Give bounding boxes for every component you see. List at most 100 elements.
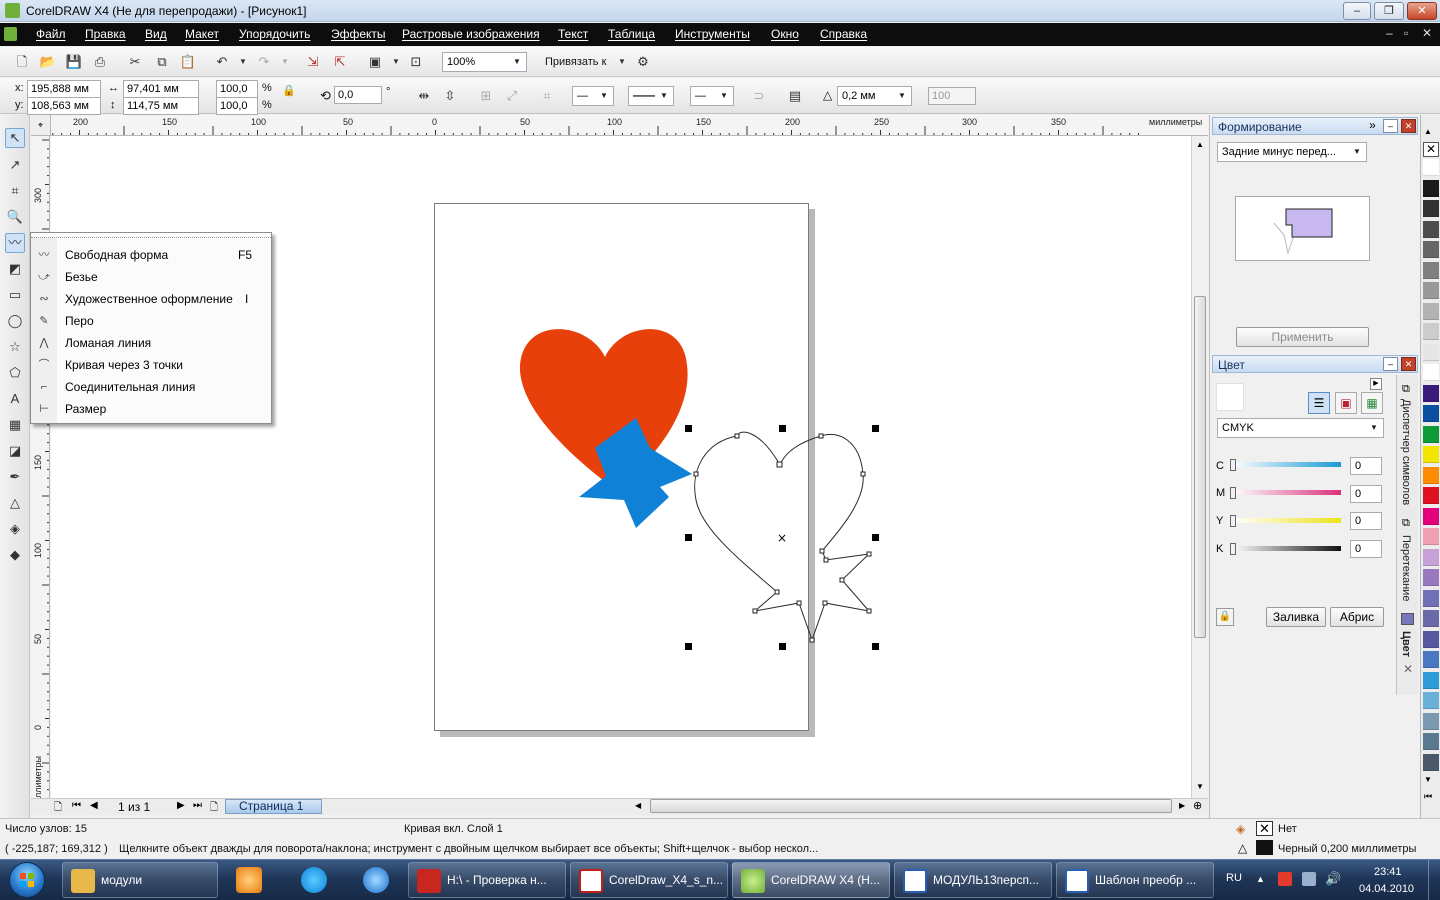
palette-swatch[interactable] (1423, 405, 1439, 422)
yellow-slider-track[interactable] (1232, 518, 1341, 523)
flyout-item-freehand[interactable]: 〰 Свободная форма F5 (31, 244, 271, 266)
palette-swatch[interactable] (1423, 507, 1439, 525)
scroll-down-icon[interactable]: ▼ (1196, 782, 1204, 791)
tab-blend[interactable]: Перетекание (1400, 535, 1412, 601)
magenta-slider-track[interactable] (1232, 490, 1341, 495)
collapse-docker-icon[interactable]: » (1365, 119, 1380, 133)
taskbar-item-coreldraw[interactable]: CorelDRAW X4 (Н... (732, 862, 890, 898)
outline-button[interactable]: Абрис (1330, 607, 1384, 627)
close-tabs-icon[interactable]: ✕ (1403, 662, 1413, 676)
color-palettes-icon[interactable]: ▦ (1361, 392, 1383, 414)
language-indicator[interactable]: RU (1226, 872, 1242, 884)
color-model-select[interactable]: CMYK ▼ (1217, 418, 1384, 438)
volume-icon[interactable]: 🔊 (1325, 871, 1341, 887)
palette-swatch[interactable] (1423, 446, 1439, 463)
minimize-docker-icon[interactable]: – (1383, 357, 1398, 371)
yellow-slider-thumb[interactable] (1230, 515, 1236, 527)
no-color-swatch-icon[interactable]: ✕ (1423, 142, 1439, 157)
palette-swatch[interactable] (1423, 384, 1439, 402)
network-tray-icon[interactable] (1302, 872, 1316, 886)
previous-page-icon[interactable]: ◀ (90, 800, 98, 811)
palette-scroll-up-icon[interactable]: ▲ (1424, 127, 1432, 136)
palette-swatch[interactable] (1423, 159, 1439, 176)
flyout-item-connector[interactable]: ⌐ Соединительная линия (31, 376, 271, 398)
antivirus-tray-icon[interactable] (1278, 872, 1292, 886)
palette-swatch[interactable] (1423, 733, 1439, 750)
outline-color-swatch[interactable] (1256, 840, 1273, 855)
apply-button[interactable]: Применить (1236, 327, 1369, 347)
close-docker-icon[interactable]: ✕ (1401, 119, 1416, 133)
flyout-grip[interactable] (31, 233, 271, 238)
navigator-icon[interactable]: ⊕ (1193, 799, 1202, 812)
flyout-item-bezier[interactable]: ⤻ Безье (31, 266, 271, 288)
palette-swatch[interactable] (1423, 343, 1439, 361)
palette-swatch[interactable] (1423, 364, 1439, 381)
shaping-mode-select[interactable]: Задние минус перед... ▼ (1217, 142, 1367, 162)
palette-swatch[interactable] (1423, 302, 1439, 320)
palette-swatch[interactable] (1423, 466, 1439, 484)
palette-swatch[interactable] (1423, 548, 1439, 566)
add-page-icon[interactable]: 🗋 (54, 800, 62, 817)
pinned-internet-explorer[interactable] (347, 862, 403, 898)
start-button[interactable] (2, 861, 52, 899)
fill-none-icon[interactable]: ✕ (1256, 821, 1273, 836)
tab-color[interactable]: Цвет (1400, 631, 1412, 657)
show-desktop-button[interactable] (1428, 860, 1440, 900)
black-slider-track[interactable] (1232, 546, 1341, 551)
close-docker-icon[interactable]: ✕ (1401, 357, 1416, 371)
clock-time[interactable]: 23:41 (1374, 866, 1402, 878)
lock-icon[interactable]: 🔒 (1216, 608, 1234, 626)
palette-swatch[interactable] (1423, 692, 1439, 709)
taskbar-item-pdf[interactable]: CorelDraw_X4_s_n... (570, 862, 728, 898)
magenta-slider-thumb[interactable] (1230, 487, 1236, 499)
flyout-item-three-point-curve[interactable]: ⌒ Кривая через 3 точки (31, 354, 271, 376)
horizontal-scroll-thumb[interactable] (650, 799, 1172, 813)
scroll-right-icon[interactable]: ▶ (1179, 801, 1185, 810)
taskbar-item-word-template[interactable]: Шаблон преобр ... (1056, 862, 1214, 898)
next-page-icon[interactable]: ▶ (177, 800, 185, 811)
selection-center-icon[interactable]: × (777, 531, 787, 545)
palette-swatch[interactable] (1423, 425, 1439, 443)
flyout-item-polyline[interactable]: ⋀ Ломаная линия (31, 332, 271, 354)
flyout-item-dimension[interactable]: ⊢ Размер (31, 398, 271, 420)
pinned-media-player[interactable] (220, 862, 276, 898)
palette-swatch[interactable] (1423, 651, 1439, 668)
palette-swatch[interactable] (1423, 323, 1439, 340)
palette-swatch[interactable] (1423, 241, 1439, 258)
flyout-item-artistic-media[interactable]: ∾ Художественное оформление I (31, 288, 271, 310)
palette-swatch[interactable] (1423, 610, 1439, 627)
fill-button[interactable]: Заливка (1266, 607, 1326, 627)
clock-date[interactable]: 04.04.2010 (1359, 883, 1414, 895)
taskbar-item-kaspersky[interactable]: H:\ - Проверка н... (408, 862, 566, 898)
scroll-left-icon[interactable]: ◀ (635, 801, 641, 810)
add-page-after-icon[interactable]: 🗋 (210, 800, 218, 817)
pinned-skype[interactable] (285, 862, 341, 898)
palette-swatch[interactable] (1423, 630, 1439, 648)
show-hidden-icons-icon[interactable]: ▲ (1256, 874, 1265, 884)
color-viewer-icon[interactable]: ▣ (1335, 392, 1357, 414)
palette-scroll-down-icon[interactable]: ▼ (1424, 775, 1432, 784)
cyan-slider-thumb[interactable] (1230, 459, 1236, 471)
palette-swatch[interactable] (1423, 569, 1439, 586)
minimize-docker-icon[interactable]: – (1383, 119, 1398, 133)
palette-swatch[interactable] (1423, 282, 1439, 299)
palette-swatch[interactable] (1423, 179, 1439, 197)
palette-swatch[interactable] (1423, 671, 1439, 689)
cyan-slider-track[interactable] (1232, 462, 1341, 467)
last-page-icon[interactable]: ⏭ (193, 800, 202, 811)
flyout-item-pen[interactable]: ✎ Перо (31, 310, 271, 332)
palette-swatch[interactable] (1423, 200, 1439, 217)
palette-swatch[interactable] (1423, 712, 1439, 730)
taskbar-item-folder[interactable]: модули (62, 862, 218, 898)
palette-swatch[interactable] (1423, 220, 1439, 238)
tab-character-manager[interactable]: Диспетчер символов (1400, 399, 1412, 505)
color-options-icon[interactable]: ▶ (1370, 378, 1382, 390)
palette-swatch[interactable] (1423, 589, 1439, 607)
vertical-scroll-thumb[interactable] (1194, 296, 1206, 638)
palette-swatch[interactable] (1423, 528, 1439, 545)
palette-expand-icon[interactable]: ⏮ (1424, 791, 1432, 802)
color-sliders-icon[interactable]: ☰ (1308, 392, 1330, 414)
palette-swatch[interactable] (1423, 261, 1439, 279)
magenta-value-field[interactable]: 0 (1350, 485, 1382, 503)
black-value-field[interactable]: 0 (1350, 540, 1382, 558)
